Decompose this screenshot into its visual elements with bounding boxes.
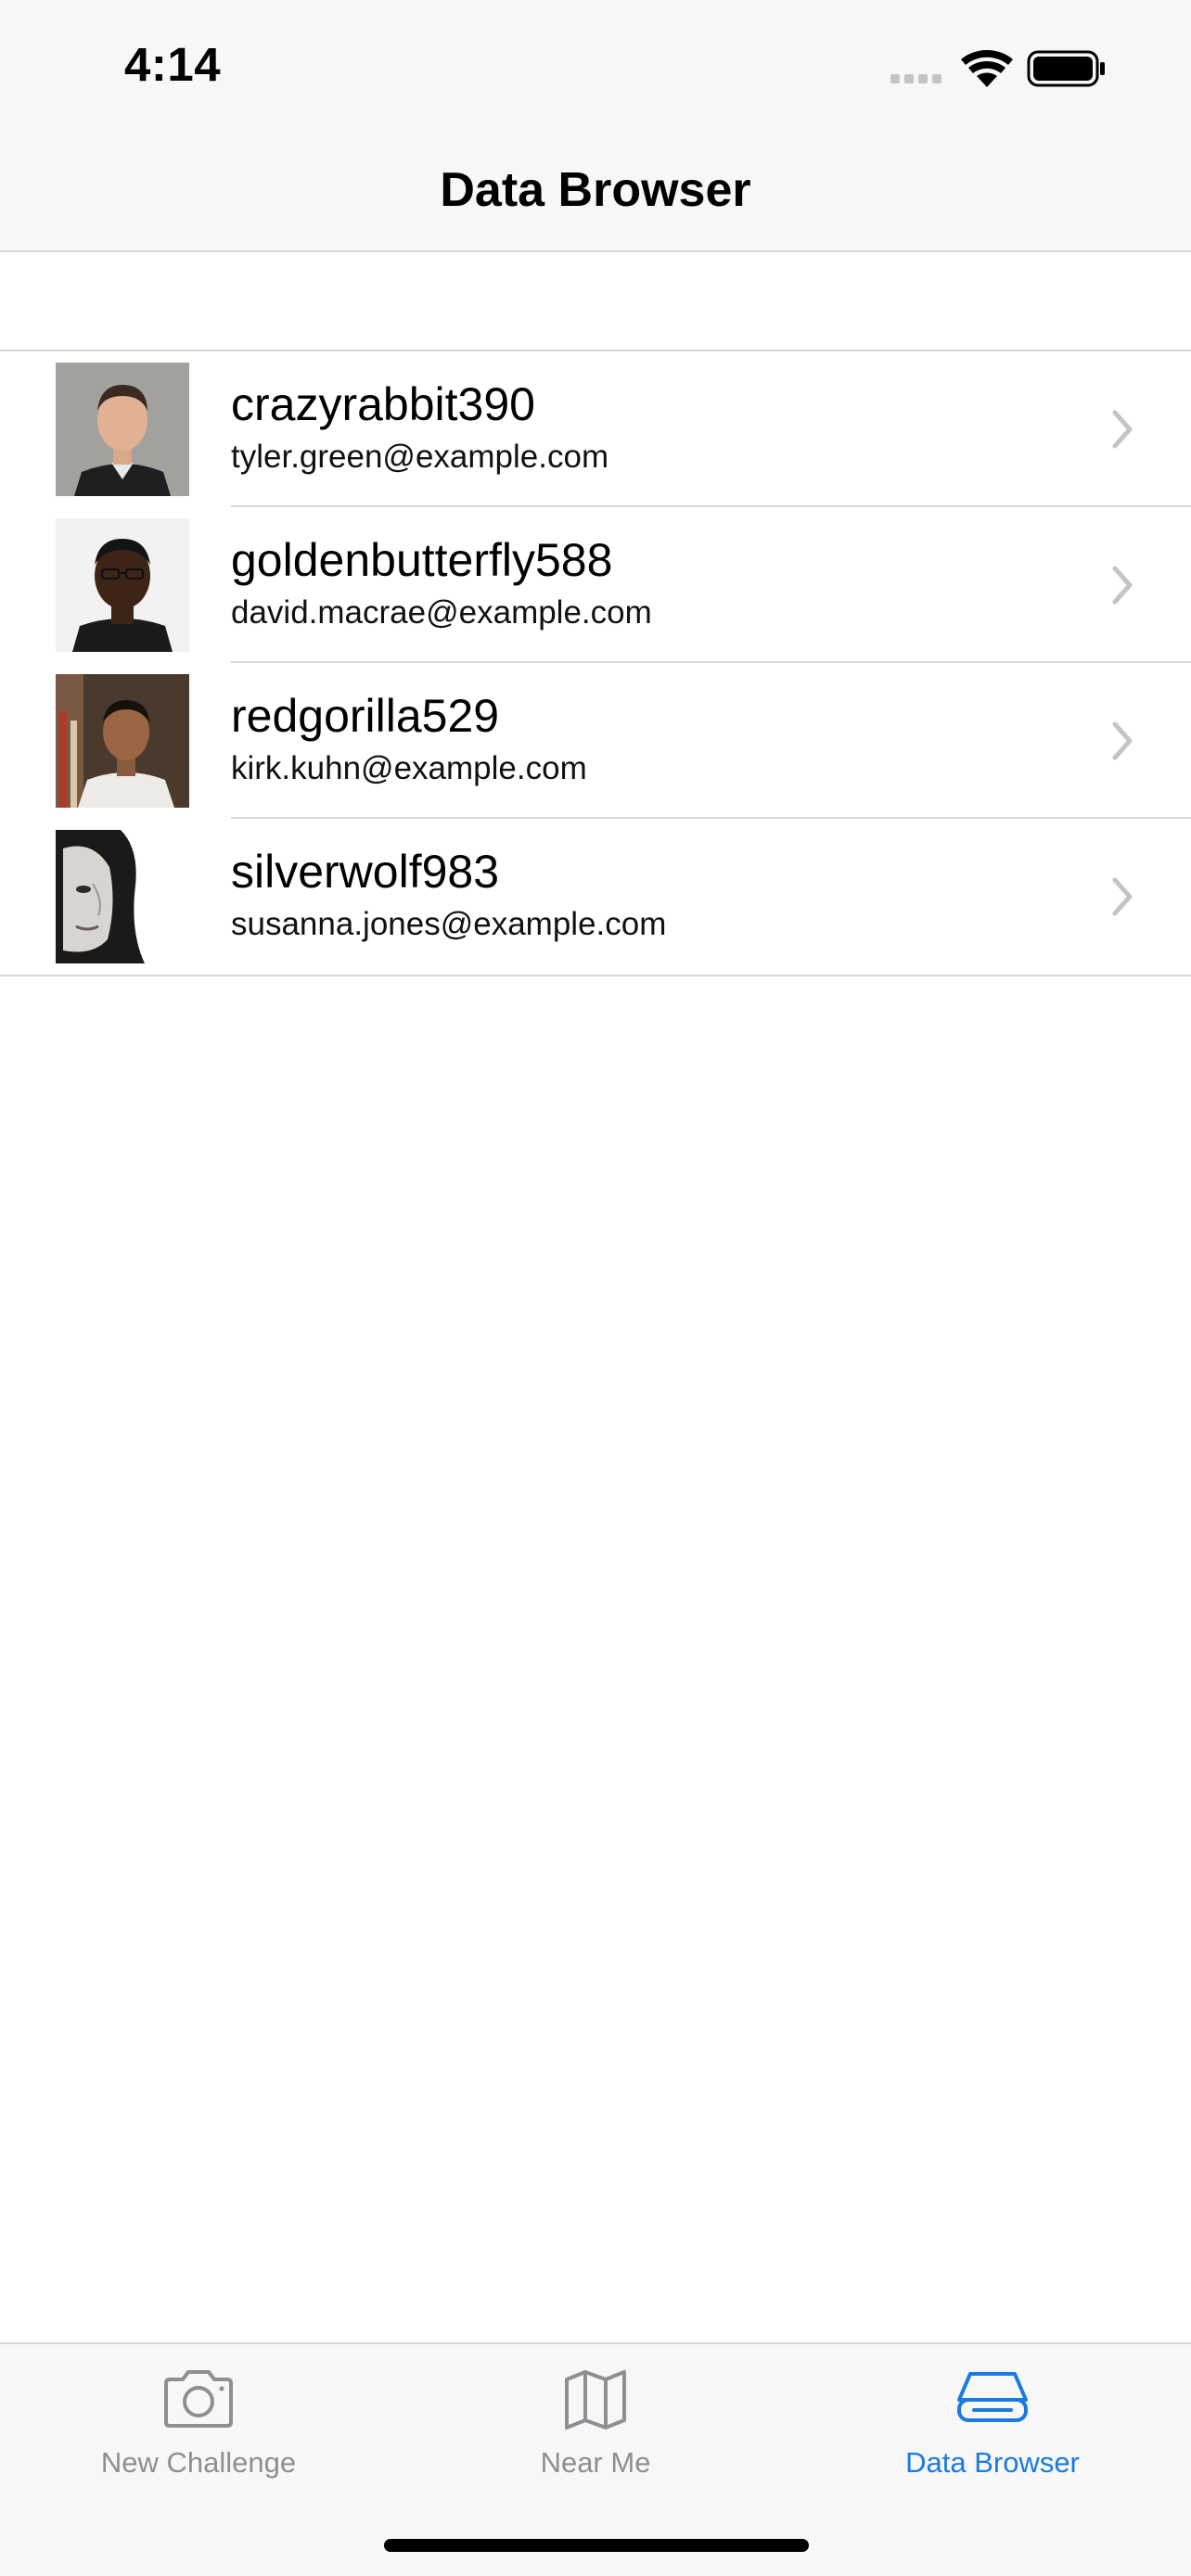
list-item[interactable]: goldenbutterfly588 david.macrae@example.… bbox=[0, 507, 1191, 663]
tab-near-me[interactable]: Near Me bbox=[397, 2344, 794, 2502]
page-title: Data Browser bbox=[440, 163, 751, 217]
drive-icon bbox=[957, 2372, 1028, 2422]
tab-label: Near Me bbox=[540, 2446, 651, 2479]
email: kirk.kuhn@example.com bbox=[231, 750, 587, 786]
avatar bbox=[56, 363, 189, 496]
home-indicator[interactable] bbox=[384, 2539, 809, 2552]
chevron-right-icon bbox=[1112, 410, 1133, 449]
camera-icon bbox=[164, 2370, 233, 2428]
navigation-bar: Data Browser bbox=[0, 130, 1191, 252]
tab-label: New Challenge bbox=[100, 2446, 297, 2479]
tab-data-browser[interactable]: Data Browser bbox=[794, 2344, 1191, 2502]
list-item[interactable]: redgorilla529 kirk.kuhn@example.com bbox=[0, 663, 1191, 819]
list-item[interactable]: crazyrabbit390 tyler.green@example.com bbox=[0, 351, 1191, 507]
status-time: 4:14 bbox=[124, 38, 222, 91]
chevron-right-icon bbox=[1112, 721, 1133, 760]
status-bar: 4:14 bbox=[0, 0, 1191, 130]
username: crazyrabbit390 bbox=[231, 378, 535, 430]
email: susanna.jones@example.com bbox=[231, 906, 667, 942]
email: tyler.green@example.com bbox=[231, 439, 609, 475]
cellular-signal-icon bbox=[890, 74, 941, 83]
avatar bbox=[56, 518, 189, 652]
chevron-right-icon bbox=[1112, 877, 1133, 916]
user-list: crazyrabbit390 tyler.green@example.com g… bbox=[0, 350, 1191, 976]
username: redgorilla529 bbox=[231, 690, 500, 742]
avatar bbox=[56, 830, 189, 963]
tab-label: Data Browser bbox=[905, 2446, 1080, 2479]
avatar bbox=[56, 674, 189, 808]
battery-icon bbox=[1027, 50, 1105, 87]
status-icons bbox=[890, 49, 1105, 87]
email: david.macrae@example.com bbox=[231, 594, 652, 631]
wifi-icon bbox=[961, 49, 1013, 87]
map-icon bbox=[565, 2370, 626, 2429]
tab-new-challenge[interactable]: New Challenge bbox=[0, 2344, 397, 2502]
chevron-right-icon bbox=[1112, 566, 1133, 605]
username: silverwolf983 bbox=[231, 846, 500, 898]
username: goldenbutterfly588 bbox=[231, 534, 613, 586]
list-item[interactable]: silverwolf983 susanna.jones@example.com bbox=[0, 819, 1191, 975]
